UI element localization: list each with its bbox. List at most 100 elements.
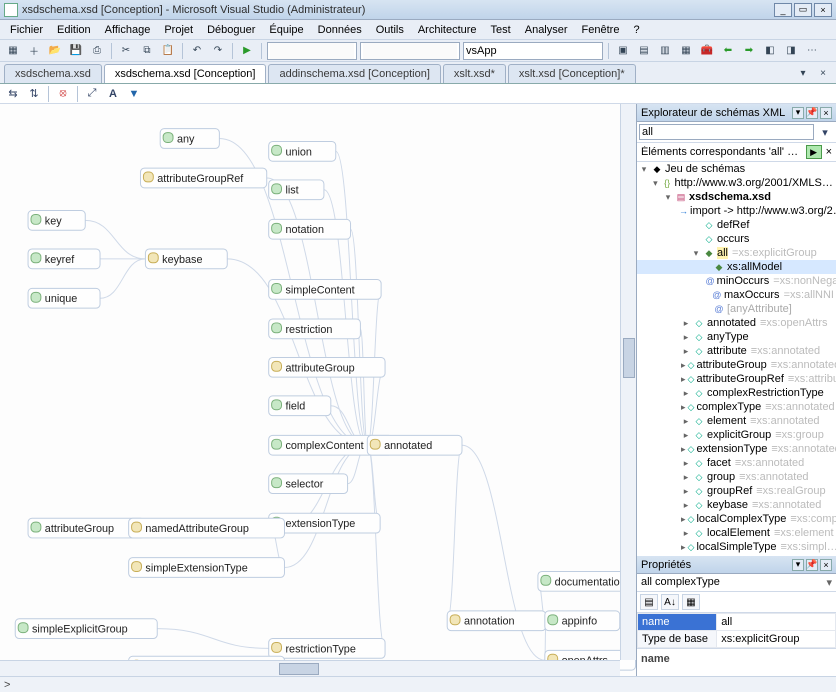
- node-keyref[interactable]: keyref: [28, 249, 100, 269]
- node-restriction[interactable]: restriction: [269, 319, 361, 339]
- toolbox-icon[interactable]: 🧰: [698, 42, 716, 60]
- document-tab[interactable]: xsdschema.xsd [Conception]: [104, 64, 267, 83]
- config-combo[interactable]: [267, 42, 357, 60]
- search-dropdown-icon[interactable]: ▾: [816, 124, 834, 140]
- tree-item[interactable]: ▸◇explicitGroup ≡xs:group: [637, 428, 836, 442]
- tree-item[interactable]: ▸◇extensionType ≡xs:annotated: [637, 442, 836, 456]
- caret-icon[interactable]: ▸: [681, 332, 691, 343]
- caret-icon[interactable]: ▸: [681, 458, 691, 469]
- nav-back-icon[interactable]: ⬅: [719, 42, 737, 60]
- horizontal-scrollbar[interactable]: [0, 660, 620, 676]
- dropdown-icon[interactable]: ▾: [826, 576, 832, 589]
- undo-button[interactable]: ↶: [188, 42, 206, 60]
- more-icon[interactable]: ⋯: [803, 42, 821, 60]
- tree-item[interactable]: ◆xs:allModel: [637, 260, 836, 274]
- schema-designer-canvas[interactable]: anyattributeGroupRefkeykeyrefuniquekeyba…: [0, 104, 636, 676]
- tree-item[interactable]: ▸◇localSimpleType ≡xs:simpl…: [637, 540, 836, 554]
- props-pages-button[interactable]: ▦: [682, 594, 700, 610]
- caret-icon[interactable]: ▸: [681, 402, 686, 413]
- save-button[interactable]: 💾: [67, 42, 85, 60]
- clear-button[interactable]: ⦻: [54, 86, 72, 102]
- expand-button[interactable]: ⤢: [83, 86, 101, 102]
- menu-architecture[interactable]: Architecture: [412, 22, 483, 38]
- schema-tree[interactable]: ▾ ◆ Jeu de schémas ▾ {} http://www.w3.or…: [637, 162, 836, 556]
- new-project-button[interactable]: ▦: [4, 42, 22, 60]
- node-notation[interactable]: notation: [269, 219, 351, 239]
- window-4-icon[interactable]: ▦: [677, 42, 695, 60]
- tree-item[interactable]: ▸◇groupRef ≡xs:realGroup: [637, 484, 836, 498]
- caret-icon[interactable]: ▸: [681, 318, 691, 329]
- node-keybase[interactable]: keybase: [145, 249, 227, 269]
- document-tab[interactable]: xslt.xsd*: [443, 64, 506, 83]
- close-button[interactable]: ×: [814, 3, 832, 17]
- tree-item[interactable]: ▸◇attributeGroup ≡xs:annotated: [637, 358, 836, 372]
- tree-item[interactable]: @[anyAttribute]: [637, 302, 836, 316]
- menu-projet[interactable]: Projet: [158, 22, 199, 38]
- window-1-icon[interactable]: ▣: [614, 42, 632, 60]
- layout-lr-button[interactable]: ⇆: [4, 86, 22, 102]
- start-button[interactable]: ▶: [238, 42, 256, 60]
- node-annotation[interactable]: annotation: [447, 611, 546, 631]
- node-any[interactable]: any: [160, 129, 219, 149]
- matches-close-icon[interactable]: ×: [826, 146, 832, 158]
- tree-item[interactable]: ◇occurs: [637, 232, 836, 246]
- caret-icon[interactable]: ▸: [681, 388, 691, 399]
- caret-icon[interactable]: ▸: [681, 374, 686, 385]
- tree-item[interactable]: ▸◇group ≡xs:annotated: [637, 470, 836, 484]
- tree-item[interactable]: ▸◇complexType ≡xs:annotated: [637, 400, 836, 414]
- node-selector[interactable]: selector: [269, 474, 348, 494]
- menu-test[interactable]: Test: [485, 22, 517, 38]
- cut-button[interactable]: ✂: [117, 42, 135, 60]
- paste-button[interactable]: 📋: [159, 42, 177, 60]
- open-button[interactable]: 📂: [46, 42, 64, 60]
- tree-item[interactable]: ▸◇attribute ≡xs:annotated: [637, 344, 836, 358]
- tree-item[interactable]: ▸◇anyType: [637, 330, 836, 344]
- node-attributeGroup1[interactable]: attributeGroup: [269, 357, 385, 377]
- menu-outils[interactable]: Outils: [370, 22, 410, 38]
- node-namedAttributeGroup[interactable]: namedAttributeGroup: [129, 518, 285, 538]
- menu-analyser[interactable]: Analyser: [519, 22, 574, 38]
- panel-close-icon[interactable]: ×: [820, 107, 832, 119]
- platform-combo[interactable]: [360, 42, 460, 60]
- caret-icon[interactable]: ▸: [681, 528, 691, 539]
- menu-données[interactable]: Données: [312, 22, 368, 38]
- schema-search-input[interactable]: [639, 124, 814, 140]
- property-value[interactable]: xs:explicitGroup: [717, 631, 836, 648]
- filter-button[interactable]: ▼: [125, 86, 143, 102]
- node-simpleExtensionType[interactable]: simpleExtensionType: [129, 558, 285, 578]
- copy-button[interactable]: ⧉: [138, 42, 156, 60]
- caret-icon[interactable]: ▾: [691, 248, 701, 259]
- menu-fichier[interactable]: Fichier: [4, 22, 49, 38]
- menu-affichage[interactable]: Affichage: [99, 22, 157, 38]
- panel-dropdown-icon[interactable]: ▾: [792, 107, 804, 119]
- minimize-button[interactable]: _: [774, 3, 792, 17]
- add-item-button[interactable]: ＋: [25, 42, 43, 60]
- layer-icon[interactable]: ◧: [761, 42, 779, 60]
- node-extensionType[interactable]: extensionType: [269, 513, 380, 533]
- tree-item[interactable]: ▸◇localComplexType ≡xs:compl…: [637, 512, 836, 526]
- menu-fenêtre[interactable]: Fenêtre: [576, 22, 626, 38]
- panel-pin-icon[interactable]: 📌: [806, 559, 818, 571]
- caret-icon[interactable]: ▾: [651, 178, 660, 189]
- tree-item[interactable]: @maxOccurs =xs:allNNI: [637, 288, 836, 302]
- tree-item[interactable]: ▸◇keybase ≡xs:annotated: [637, 498, 836, 512]
- menu-edition[interactable]: Edition: [51, 22, 97, 38]
- menu-?[interactable]: ?: [627, 22, 645, 38]
- tree-item[interactable]: @minOccurs =xs:nonNegati: [637, 274, 836, 288]
- property-row[interactable]: Type de basexs:explicitGroup: [638, 631, 836, 648]
- node-simpleExplicitGroup[interactable]: simpleExplicitGroup: [15, 619, 157, 639]
- tree-item[interactable]: ◇defRef: [637, 218, 836, 232]
- tree-item[interactable]: ▸◇annotated ≡xs:openAttrs: [637, 316, 836, 330]
- layout-tb-button[interactable]: ⇅: [25, 86, 43, 102]
- maximize-button[interactable]: ▭: [794, 3, 812, 17]
- tab-dropdown-icon[interactable]: ▾: [794, 64, 812, 82]
- tree-item[interactable]: ▸◇element ≡xs:annotated: [637, 414, 836, 428]
- caret-icon[interactable]: ▸: [681, 542, 686, 553]
- document-tab[interactable]: xslt.xsd [Conception]*: [508, 64, 636, 83]
- property-value[interactable]: all: [717, 614, 836, 631]
- node-key[interactable]: key: [28, 211, 85, 231]
- node-unique[interactable]: unique: [28, 288, 100, 308]
- node-attributeGroup2[interactable]: attributeGroup: [28, 518, 144, 538]
- caret-icon[interactable]: ▸: [681, 472, 691, 483]
- node-annotated[interactable]: annotated: [367, 435, 462, 455]
